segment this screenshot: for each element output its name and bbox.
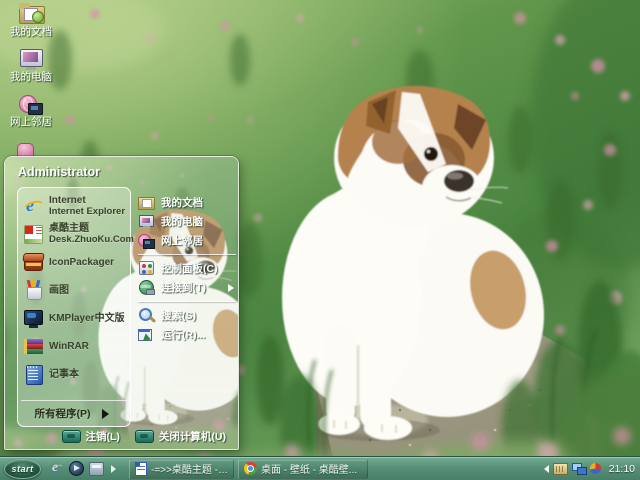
internet-explorer-icon[interactable]: e bbox=[49, 460, 66, 477]
notepad-icon bbox=[23, 364, 44, 385]
network-places-icon bbox=[138, 232, 155, 249]
menu-separator bbox=[138, 254, 236, 255]
document-icon bbox=[135, 461, 147, 476]
network-tray-icon[interactable] bbox=[571, 463, 587, 475]
start-place-run[interactable]: 运行(R)... bbox=[138, 325, 236, 345]
start-place-my-computer[interactable]: 我的电脑 bbox=[138, 212, 236, 231]
desktop-icon-my-computer[interactable]: 我的电脑 bbox=[2, 47, 60, 83]
desktop-icon-label: 我的电脑 bbox=[10, 71, 52, 83]
shutdown-icon bbox=[134, 430, 154, 443]
start-button[interactable]: start bbox=[4, 458, 41, 479]
start-item-kmplayer[interactable]: KMPlayer中文版 bbox=[21, 304, 127, 332]
start-place-search[interactable]: 搜索(S) bbox=[138, 306, 236, 325]
my-documents-icon bbox=[18, 2, 45, 26]
start-menu-footer: 注销(L) 关闭计算机(U) bbox=[61, 429, 226, 444]
connect-to-icon bbox=[138, 279, 155, 296]
system-tray: 21:10 bbox=[540, 462, 640, 475]
control-panel-icon bbox=[138, 260, 155, 277]
start-menu-user-name: Administrator bbox=[18, 165, 100, 179]
desktop-icon-label: 网上邻居 bbox=[10, 116, 52, 128]
search-icon bbox=[138, 307, 157, 324]
start-menu: Administrator e Internet Internet Explore… bbox=[4, 156, 239, 450]
taskbar: start e -=>>桌酷主题 - Mic... 桌面 - 壁纸 - 桌酷壁.… bbox=[0, 456, 640, 480]
start-place-control-panel[interactable]: 控制面板(C) bbox=[138, 259, 236, 278]
start-item-winrar[interactable]: WinRAR bbox=[21, 332, 127, 360]
start-button-label: start bbox=[11, 463, 34, 474]
taskbar-clock[interactable]: 21:10 bbox=[609, 463, 635, 475]
my-documents-icon bbox=[138, 194, 155, 211]
desktop-icon-partially-hidden[interactable] bbox=[17, 143, 34, 157]
browser-icon bbox=[244, 462, 257, 475]
start-item-zhuoku-theme[interactable]: 桌酷主题 Desk.ZhuoKu.Com bbox=[21, 220, 134, 248]
zhuoku-theme-icon bbox=[23, 224, 44, 245]
log-off-button[interactable]: 注销(L) bbox=[61, 429, 120, 444]
media-player-icon[interactable] bbox=[69, 461, 84, 476]
my-computer-icon bbox=[18, 47, 44, 71]
show-desktop-icon[interactable] bbox=[89, 461, 104, 476]
start-place-my-documents[interactable]: 我的文档 bbox=[138, 193, 236, 212]
start-place-network-places[interactable]: 网上邻居 bbox=[138, 231, 236, 250]
turn-off-computer-button[interactable]: 关闭计算机(U) bbox=[134, 429, 226, 444]
start-item-iconpackager[interactable]: IconPackager bbox=[21, 248, 127, 276]
my-computer-icon bbox=[138, 213, 155, 230]
desktop-icon-my-documents[interactable]: 我的文档 bbox=[2, 2, 60, 38]
tray-app-icon[interactable] bbox=[589, 463, 601, 474]
tray-collapse-chevron-icon[interactable] bbox=[540, 464, 549, 473]
start-item-internet-explorer[interactable]: e Internet Internet Explorer bbox=[21, 192, 127, 220]
network-places-icon bbox=[18, 92, 44, 116]
start-item-notepad[interactable]: 记事本 bbox=[21, 360, 127, 388]
quick-launch-expand-chevron-icon[interactable] bbox=[111, 464, 120, 473]
kmplayer-icon bbox=[23, 308, 44, 329]
start-menu-program-list: e Internet Internet Explorer 桌酷主题 Desk.Zhu… bbox=[17, 187, 134, 427]
run-icon bbox=[138, 326, 157, 345]
desktop: 我的文档 我的电脑 网上邻居 Administrator e Internet I… bbox=[0, 0, 640, 480]
taskbar-window-wallpaper-browser[interactable]: 桌面 - 壁纸 - 桌酷壁... bbox=[238, 458, 368, 479]
quick-launch-bar: e bbox=[49, 460, 120, 477]
internet-explorer-icon: e bbox=[21, 195, 49, 220]
all-programs-button[interactable]: 所有程序(P) bbox=[21, 400, 127, 426]
task-buttons: -=>>桌酷主题 - Mic... 桌面 - 壁纸 - 桌酷壁... bbox=[129, 458, 368, 479]
taskbar-window-zhuoku-theme[interactable]: -=>>桌酷主题 - Mic... bbox=[129, 458, 234, 479]
paint-icon bbox=[23, 278, 44, 301]
log-off-icon bbox=[61, 430, 81, 443]
iconpackager-icon bbox=[22, 252, 45, 273]
start-menu-places-list: 我的文档 我的电脑 网上邻居 控制面板(C) 连接到(T) 搜索(S) 运行(R… bbox=[138, 193, 236, 345]
start-place-connect-to[interactable]: 连接到(T) bbox=[138, 278, 236, 297]
input-method-keyboard-icon[interactable] bbox=[552, 462, 568, 475]
submenu-arrow-icon bbox=[228, 284, 238, 292]
desktop-icon-label: 我的文档 bbox=[10, 26, 52, 38]
all-programs-arrow-icon bbox=[101, 408, 114, 419]
start-item-paint[interactable]: 画图 bbox=[21, 276, 127, 304]
menu-separator bbox=[138, 301, 236, 302]
winrar-icon bbox=[23, 336, 44, 357]
desktop-icon-network-places[interactable]: 网上邻居 bbox=[2, 92, 60, 128]
